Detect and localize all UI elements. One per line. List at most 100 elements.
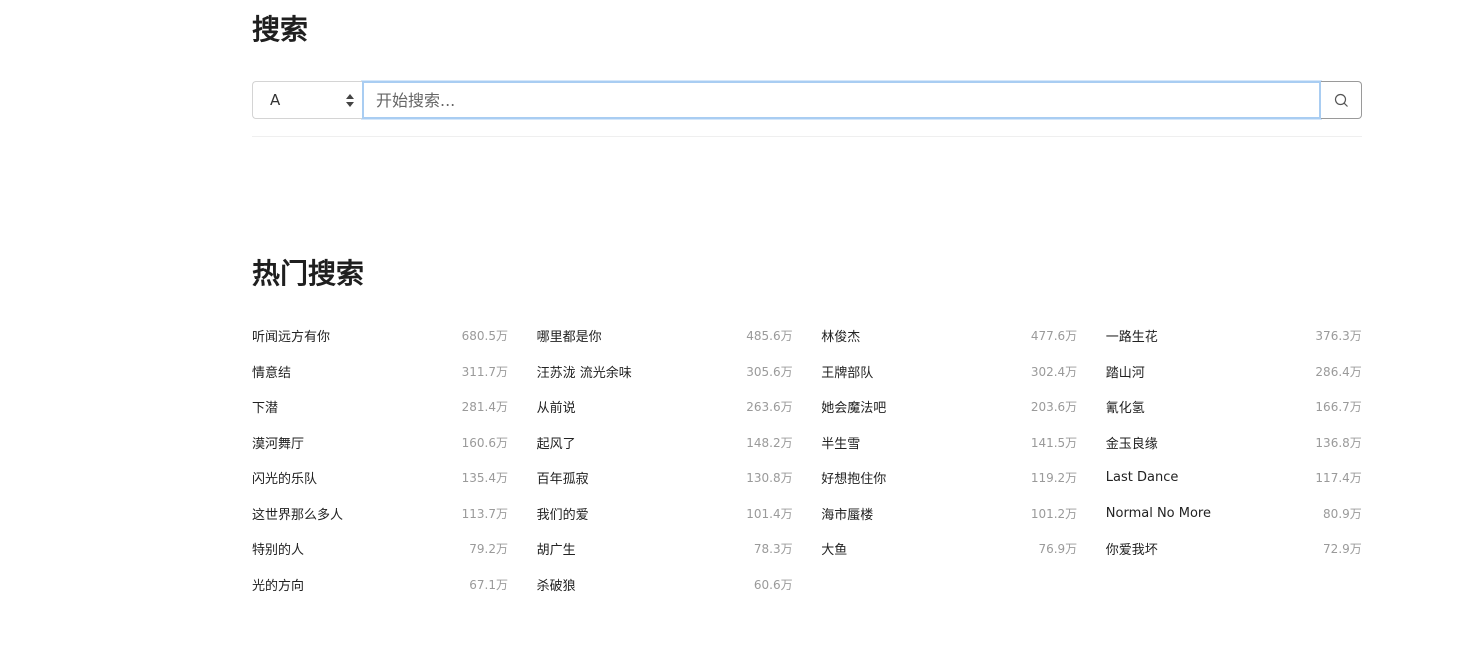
hot-search-item[interactable]: 从前说 263.6万 bbox=[537, 389, 793, 425]
hot-search-term: 金玉良缘 bbox=[1105, 436, 1158, 452]
search-icon bbox=[1334, 93, 1348, 107]
search-type-value: A bbox=[270, 91, 281, 109]
hot-search-count: 80.9万 bbox=[1323, 506, 1362, 521]
hot-search-item[interactable]: 氰化氢 166.7万 bbox=[1106, 389, 1362, 425]
hot-search-item[interactable]: 胡广生 78.3万 bbox=[537, 531, 793, 567]
hot-search-term: 她会魔法吧 bbox=[821, 401, 887, 417]
hot-search-count: 119.2万 bbox=[1030, 471, 1078, 486]
hot-search-item[interactable]: 漠河舞厅 160.6万 bbox=[252, 425, 508, 461]
hot-search-count: 72.9万 bbox=[1323, 542, 1362, 557]
hot-search-item[interactable]: 杀破狼 60.6万 bbox=[537, 567, 793, 603]
hot-search-count: 311.7万 bbox=[461, 364, 508, 379]
hot-search-term: 漠河舞厅 bbox=[252, 436, 305, 452]
hot-search-term: 胡广生 bbox=[536, 543, 576, 559]
hot-search-list: 听闻远方有你 680.5万 哪里都是你 485.6万 林俊杰 477.6万 一路生花 376.… bbox=[252, 318, 1362, 602]
hot-search-count: 130.8万 bbox=[746, 471, 793, 486]
hot-search-term: 百年孤寂 bbox=[536, 472, 589, 488]
hot-search-term: 海市蜃楼 bbox=[821, 507, 874, 523]
hot-search-count: 477.6万 bbox=[1030, 329, 1078, 344]
hot-search-count: 281.4万 bbox=[461, 400, 508, 415]
hot-search-term: 踏山河 bbox=[1105, 365, 1145, 381]
divider bbox=[252, 136, 1362, 137]
hot-search-count: 305.6万 bbox=[746, 364, 793, 379]
hot-search-item[interactable]: 踏山河 286.4万 bbox=[1106, 354, 1362, 390]
hot-search-item[interactable]: Normal No More 80.9万 bbox=[1106, 496, 1362, 532]
hot-search-item[interactable]: 半生雪 141.5万 bbox=[821, 425, 1077, 461]
hot-search-term: 林俊杰 bbox=[821, 330, 861, 346]
hot-search-item[interactable]: 听闻远方有你 680.5万 bbox=[252, 318, 508, 354]
hot-search-count: 160.6万 bbox=[461, 435, 508, 450]
hot-search-item[interactable]: 情意结 311.7万 bbox=[252, 354, 508, 390]
hot-search-count: 76.9万 bbox=[1038, 542, 1078, 557]
hot-search-term: 光的方向 bbox=[252, 578, 305, 594]
search-input[interactable] bbox=[362, 81, 1321, 119]
hot-search-count: 166.7万 bbox=[1315, 400, 1362, 415]
hot-search-term: 大鱼 bbox=[821, 543, 848, 559]
hot-search-count: 286.4万 bbox=[1315, 364, 1362, 379]
hot-search-title: 热门搜索 bbox=[252, 257, 365, 290]
hot-search-item[interactable]: 一路生花 376.3万 bbox=[1106, 318, 1362, 354]
hot-search-item[interactable]: 这世界那么多人 113.7万 bbox=[252, 496, 508, 532]
hot-search-term: 王牌部队 bbox=[821, 365, 874, 381]
hot-search-item[interactable]: 她会魔法吧 203.6万 bbox=[821, 389, 1077, 425]
search-button[interactable] bbox=[1321, 81, 1362, 119]
hot-search-item[interactable]: Last Dance 117.4万 bbox=[1106, 460, 1362, 496]
hot-search-term: 杀破狼 bbox=[536, 578, 576, 594]
hot-search-term: 你爱我坏 bbox=[1105, 543, 1158, 559]
hot-search-count: 78.3万 bbox=[753, 542, 793, 557]
hot-search-term: 好想抱住你 bbox=[821, 472, 887, 488]
hot-search-item[interactable]: 特别的人 79.2万 bbox=[252, 531, 508, 567]
hot-search-term: 特别的人 bbox=[252, 543, 305, 559]
sort-arrows-icon bbox=[346, 94, 354, 108]
hot-search-count: 101.2万 bbox=[1030, 506, 1078, 521]
hot-search-term: 我们的爱 bbox=[536, 507, 589, 523]
hot-search-term: 汪苏泷 流光余味 bbox=[536, 365, 632, 381]
search-type-select[interactable]: A bbox=[252, 81, 362, 119]
hot-search-count: 101.4万 bbox=[746, 506, 793, 521]
hot-search-term: 情意结 bbox=[252, 365, 292, 381]
hot-search-term: 这世界那么多人 bbox=[252, 507, 344, 523]
hot-search-item[interactable]: 大鱼 76.9万 bbox=[821, 531, 1077, 567]
hot-search-count: 67.1万 bbox=[469, 577, 508, 592]
hot-search-item[interactable]: 闪光的乐队 135.4万 bbox=[252, 460, 508, 496]
hot-search-item[interactable]: 百年孤寂 130.8万 bbox=[537, 460, 793, 496]
hot-search-item[interactable]: 林俊杰 477.6万 bbox=[821, 318, 1077, 354]
hot-search-term: 半生雪 bbox=[821, 436, 861, 452]
hot-search-term: 闪光的乐队 bbox=[252, 472, 318, 488]
hot-search-count: 485.6万 bbox=[746, 329, 793, 344]
hot-search-term: 起风了 bbox=[536, 436, 576, 452]
hot-search-item[interactable]: 光的方向 67.1万 bbox=[252, 567, 508, 603]
hot-search-item[interactable]: 哪里都是你 485.6万 bbox=[537, 318, 793, 354]
hot-search-count: 680.5万 bbox=[461, 329, 508, 344]
hot-search-count: 136.8万 bbox=[1315, 435, 1362, 450]
hot-search-count: 141.5万 bbox=[1030, 435, 1078, 450]
hot-search-item[interactable]: 起风了 148.2万 bbox=[537, 425, 793, 461]
hot-search-count: 148.2万 bbox=[746, 435, 793, 450]
hot-search-item[interactable]: 你爱我坏 72.9万 bbox=[1106, 531, 1362, 567]
hot-search-item[interactable]: 汪苏泷 流光余味 305.6万 bbox=[537, 354, 793, 390]
search-bar: A bbox=[252, 81, 1362, 119]
hot-search-item[interactable]: 海市蜃楼 101.2万 bbox=[821, 496, 1077, 532]
hot-search-term: 一路生花 bbox=[1105, 330, 1158, 346]
hot-search-count: 203.6万 bbox=[1030, 400, 1078, 415]
hot-search-count: 79.2万 bbox=[469, 542, 508, 557]
hot-search-count: 135.4万 bbox=[461, 471, 508, 486]
page-title: 搜索 bbox=[252, 13, 309, 46]
hot-search-count: 376.3万 bbox=[1315, 329, 1362, 344]
hot-search-term: 从前说 bbox=[536, 401, 576, 417]
hot-search-term: 哪里都是你 bbox=[536, 330, 602, 346]
hot-search-term: Last Dance bbox=[1105, 470, 1179, 486]
hot-search-item[interactable]: 金玉良缘 136.8万 bbox=[1106, 425, 1362, 461]
hot-search-term: 氰化氢 bbox=[1105, 401, 1145, 417]
hot-search-item[interactable]: 好想抱住你 119.2万 bbox=[821, 460, 1077, 496]
hot-search-item[interactable]: 下潜 281.4万 bbox=[252, 389, 508, 425]
hot-search-count: 302.4万 bbox=[1030, 364, 1078, 379]
hot-search-item[interactable]: 我们的爱 101.4万 bbox=[537, 496, 793, 532]
hot-search-item[interactable]: 王牌部队 302.4万 bbox=[821, 354, 1077, 390]
hot-search-count: 113.7万 bbox=[461, 506, 508, 521]
hot-search-term: Normal No More bbox=[1105, 505, 1211, 521]
hot-search-term: 下潜 bbox=[252, 401, 279, 417]
hot-search-term: 听闻远方有你 bbox=[252, 330, 331, 346]
hot-search-count: 117.4万 bbox=[1315, 471, 1362, 486]
hot-search-count: 263.6万 bbox=[746, 400, 793, 415]
